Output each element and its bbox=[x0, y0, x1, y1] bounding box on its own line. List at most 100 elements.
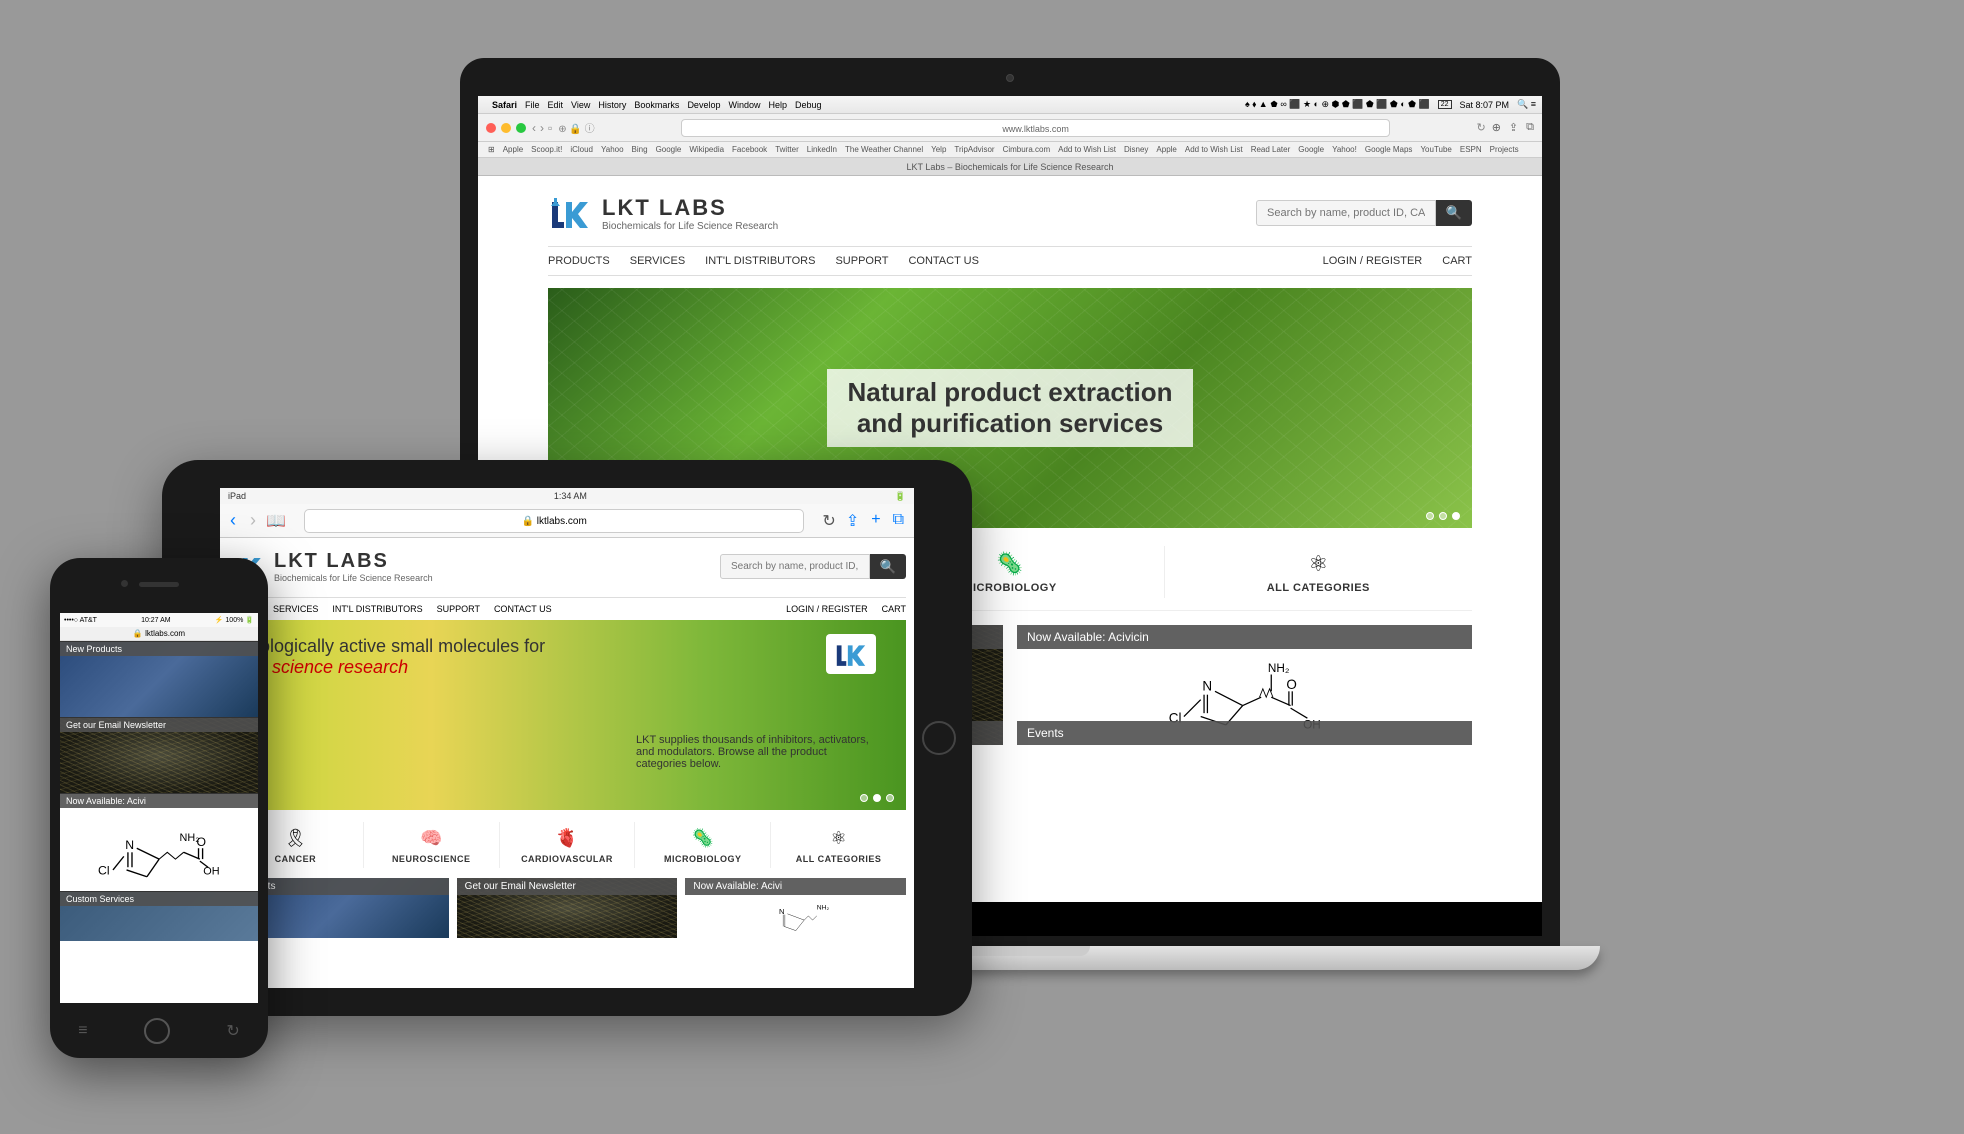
menu-help[interactable]: Help bbox=[768, 100, 787, 110]
nav-products[interactable]: PRODUCTS bbox=[548, 255, 610, 267]
tablet-home-button[interactable] bbox=[922, 721, 956, 755]
tab-title[interactable]: LKT Labs – Biochemicals for Life Science… bbox=[907, 162, 1114, 172]
menu-debug[interactable]: Debug bbox=[795, 100, 822, 110]
menubar-icons[interactable]: ♠ ⬧ ▲ ⬟ ∞ ⬛ ★ ◐ ⊕ ⬢ ⬟ ⬛ ⬟ ⬛ ⬟ ◐ ⬟ ⬛ bbox=[1245, 99, 1430, 110]
menu-history[interactable]: History bbox=[598, 100, 626, 110]
bookmark-item[interactable]: Yahoo! bbox=[1332, 145, 1357, 154]
category-neuro[interactable]: 🧠 NEUROSCIENCE bbox=[363, 822, 499, 868]
book-icon[interactable]: 📖 bbox=[266, 511, 286, 531]
bookmark-item[interactable]: ESPN bbox=[1460, 145, 1482, 154]
address-bar[interactable]: www.lktlabs.com bbox=[681, 119, 1391, 137]
phone-home-button[interactable] bbox=[144, 1018, 170, 1044]
bookmark-item[interactable]: TripAdvisor bbox=[954, 145, 994, 154]
share-icon[interactable]: ⇪ bbox=[846, 511, 859, 531]
card-acivicin[interactable]: Now Available: Acivi Cl N NH₂ bbox=[60, 793, 258, 891]
carousel-dot[interactable] bbox=[860, 794, 868, 802]
card-acivicin[interactable]: Now Available: Acivi N NH₂ bbox=[685, 878, 906, 938]
bookmark-item[interactable]: LinkedIn bbox=[807, 145, 837, 154]
phone-back-icon[interactable]: ↻ bbox=[226, 1021, 239, 1041]
close-window-button[interactable] bbox=[486, 123, 496, 133]
bookmark-item[interactable]: Apple bbox=[503, 145, 523, 154]
bookmark-item[interactable]: Bing bbox=[632, 145, 648, 154]
bookmark-item[interactable]: Read Later bbox=[1251, 145, 1291, 154]
menu-bookmarks[interactable]: Bookmarks bbox=[634, 100, 679, 110]
bookmark-item[interactable]: Scoop.it! bbox=[531, 145, 562, 154]
card-new-products[interactable]: New Products bbox=[60, 641, 258, 717]
add-icon[interactable]: + bbox=[871, 511, 880, 531]
carousel-dot-active[interactable] bbox=[873, 794, 881, 802]
reload-icon[interactable]: ↻ bbox=[822, 511, 835, 531]
nav-cart[interactable]: CART bbox=[882, 604, 906, 614]
category-all[interactable]: ⚛ ALL CATEGORIES bbox=[1164, 546, 1472, 598]
nav-contact[interactable]: CONTACT US bbox=[908, 255, 979, 267]
bookmark-item[interactable]: YouTube bbox=[1420, 145, 1451, 154]
card-acivicin[interactable]: Now Available: Acivicin Cl N bbox=[1017, 625, 1472, 745]
menubar-date-icon[interactable]: 22 bbox=[1438, 100, 1452, 109]
tabs-icon[interactable]: ⧉ bbox=[1526, 121, 1534, 134]
nav-login[interactable]: LOGIN / REGISTER bbox=[1323, 255, 1423, 267]
search-button[interactable]: 🔍 bbox=[870, 554, 906, 579]
nav-intl[interactable]: INT'L DISTRIBUTORS bbox=[705, 255, 815, 267]
bookmark-item[interactable]: Disney bbox=[1124, 145, 1148, 154]
bookmark-item[interactable]: Yahoo bbox=[601, 145, 624, 154]
back-button[interactable]: ‹ bbox=[532, 121, 536, 135]
nav-intl[interactable]: INT'L DISTRIBUTORS bbox=[332, 604, 422, 614]
nav-support[interactable]: SUPPORT bbox=[437, 604, 480, 614]
hero-carousel[interactable]: Biologically active small molecules forl… bbox=[228, 620, 906, 810]
forward-button[interactable]: › bbox=[250, 510, 256, 531]
menu-file[interactable]: File bbox=[525, 100, 540, 110]
bookmark-item[interactable]: Projects bbox=[1490, 145, 1519, 154]
search-input[interactable] bbox=[720, 554, 870, 579]
bookmark-item[interactable]: Google bbox=[656, 145, 682, 154]
phone-menu-icon[interactable]: ≡ bbox=[78, 1022, 87, 1040]
download-icon[interactable]: ⊕ bbox=[1492, 121, 1501, 134]
carousel-dot-active[interactable] bbox=[1452, 512, 1460, 520]
menu-edit[interactable]: Edit bbox=[548, 100, 564, 110]
nav-services[interactable]: SERVICES bbox=[273, 604, 318, 614]
sidebar-icon[interactable]: ▫ bbox=[548, 121, 552, 135]
nav-contact[interactable]: CONTACT US bbox=[494, 604, 552, 614]
tabs-icon[interactable]: ⧉ bbox=[893, 511, 904, 531]
menu-window[interactable]: Window bbox=[728, 100, 760, 110]
bookmark-item[interactable]: iCloud bbox=[570, 145, 593, 154]
bookmark-item[interactable]: Add to Wish List bbox=[1058, 145, 1116, 154]
nav-services[interactable]: SERVICES bbox=[630, 255, 685, 267]
app-name[interactable]: Safari bbox=[492, 100, 517, 110]
bookmarks-grid-icon[interactable]: ⊞ bbox=[488, 145, 495, 154]
menu-view[interactable]: View bbox=[571, 100, 590, 110]
card-newsletter[interactable]: Get our Email Newsletter bbox=[457, 878, 678, 938]
bookmark-item[interactable]: Twitter bbox=[775, 145, 799, 154]
bookmark-item[interactable]: Wikipedia bbox=[689, 145, 724, 154]
bookmark-item[interactable]: The Weather Channel bbox=[845, 145, 923, 154]
nav-support[interactable]: SUPPORT bbox=[835, 255, 888, 267]
back-button[interactable]: ‹ bbox=[230, 510, 236, 531]
menubar-clock[interactable]: Sat 8:07 PM bbox=[1460, 100, 1510, 110]
bookmark-item[interactable]: Yelp bbox=[931, 145, 946, 154]
spotlight-icon[interactable]: 🔍 ≡ bbox=[1517, 99, 1536, 110]
bookmark-item[interactable]: Cimbura.com bbox=[1003, 145, 1051, 154]
bookmark-item[interactable]: Facebook bbox=[732, 145, 767, 154]
shield-icon[interactable]: ⊕ 🔒 ⓘ bbox=[558, 120, 594, 135]
bookmark-item[interactable]: Google Maps bbox=[1365, 145, 1413, 154]
carousel-dot[interactable] bbox=[1439, 512, 1447, 520]
carousel-dot[interactable] bbox=[886, 794, 894, 802]
category-cardio[interactable]: 🫀 CARDIOVASCULAR bbox=[499, 822, 635, 868]
bookmark-item[interactable]: Google bbox=[1298, 145, 1324, 154]
address-bar[interactable]: 🔒 lktlabs.com bbox=[304, 509, 804, 533]
minimize-window-button[interactable] bbox=[501, 123, 511, 133]
search-button[interactable]: 🔍 bbox=[1436, 200, 1472, 226]
nav-login[interactable]: LOGIN / REGISTER bbox=[786, 604, 868, 614]
address-bar[interactable]: 🔒 lktlabs.com bbox=[60, 627, 258, 641]
search-input[interactable] bbox=[1256, 200, 1436, 226]
menu-develop[interactable]: Develop bbox=[687, 100, 720, 110]
category-micro[interactable]: 🦠 MICROBIOLOGY bbox=[634, 822, 770, 868]
card-newsletter[interactable]: Get our Email Newsletter bbox=[60, 717, 258, 793]
carousel-dot[interactable] bbox=[1426, 512, 1434, 520]
nav-cart[interactable]: CART bbox=[1442, 255, 1472, 267]
category-all[interactable]: ⚛ ALL CATEGORIES bbox=[770, 822, 906, 868]
forward-button[interactable]: › bbox=[540, 121, 544, 135]
logo-block[interactable]: LKT LABS Biochemicals for Life Science R… bbox=[548, 194, 778, 232]
bookmark-item[interactable]: Apple bbox=[1156, 145, 1176, 154]
bookmark-item[interactable]: Add to Wish List bbox=[1185, 145, 1243, 154]
share-icon[interactable]: ⇪ bbox=[1509, 121, 1518, 134]
